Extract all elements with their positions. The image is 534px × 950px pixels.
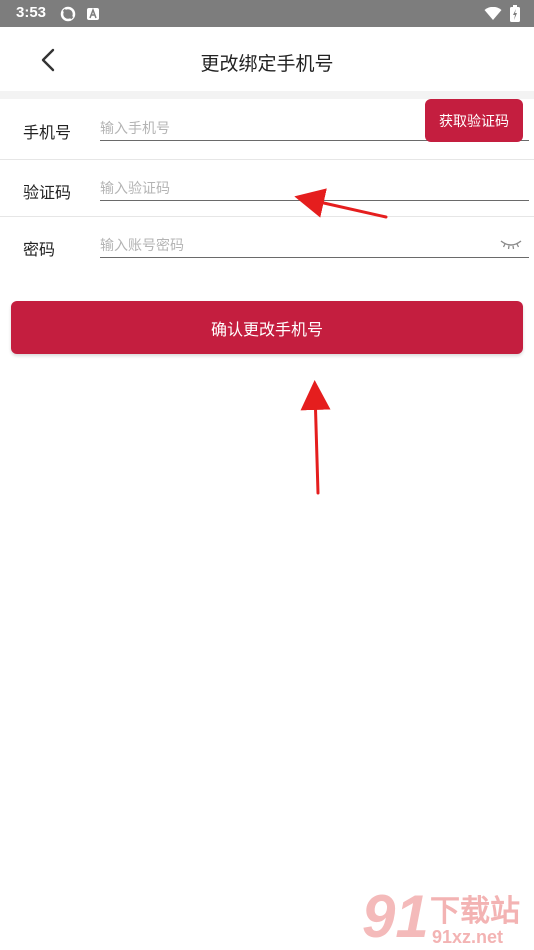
sync-icon — [60, 6, 76, 26]
status-bar: 3:53 — [0, 0, 534, 27]
wifi-icon — [484, 6, 502, 25]
svg-text:91xz.net: 91xz.net — [432, 927, 503, 947]
code-row: 验证码 — [0, 160, 534, 217]
password-row: 密码 — [0, 217, 534, 275]
status-time: 3:53 — [16, 4, 47, 21]
status-right-icons — [484, 5, 520, 26]
keyboard-icon — [86, 6, 100, 26]
get-code-button[interactable]: 获取验证码 — [425, 99, 523, 142]
status-left-icons — [60, 6, 100, 26]
code-input[interactable] — [100, 177, 529, 201]
password-input[interactable] — [100, 234, 529, 258]
watermark-logo: 91 下载站 91xz.net — [362, 883, 530, 950]
header: 更改绑定手机号 — [0, 27, 534, 91]
password-label: 密码 — [23, 240, 56, 259]
page-title: 更改绑定手机号 — [200, 53, 334, 75]
svg-text:下载站: 下载站 — [430, 894, 520, 929]
code-label: 验证码 — [23, 183, 72, 202]
confirm-change-phone-button[interactable]: 确认更改手机号 — [11, 301, 523, 354]
battery-icon — [510, 5, 520, 26]
arrow-to-confirm-button — [300, 380, 331, 495]
phone-label: 手机号 — [23, 123, 72, 142]
eye-closed-icon[interactable] — [500, 236, 522, 250]
section-divider — [0, 91, 534, 99]
svg-text:91: 91 — [362, 885, 429, 947]
